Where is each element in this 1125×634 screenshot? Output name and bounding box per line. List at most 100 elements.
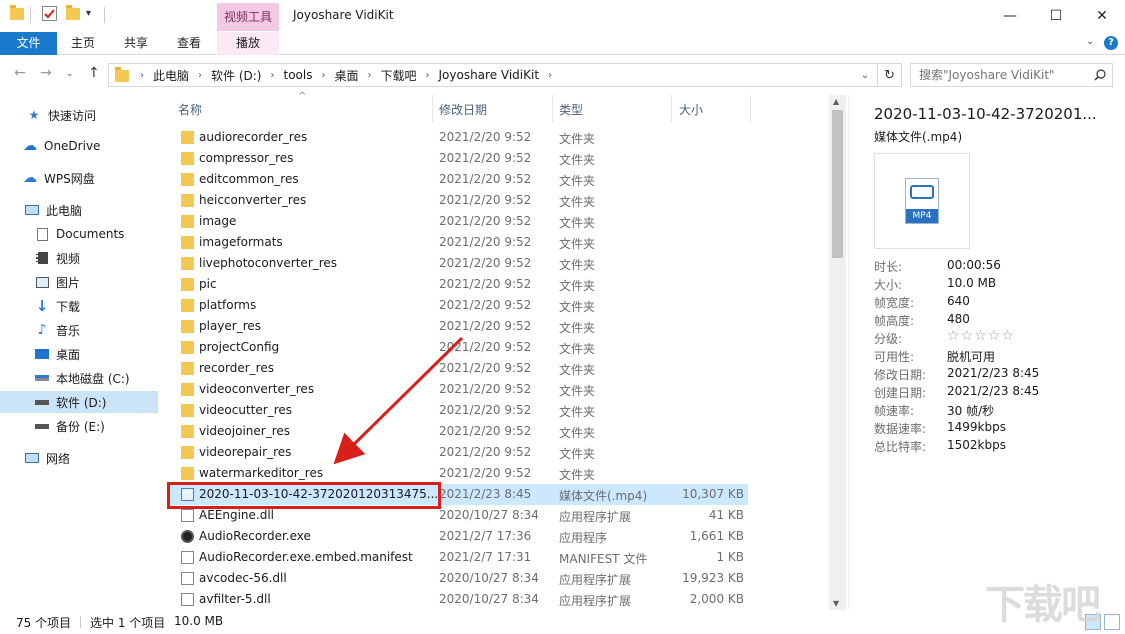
nav-music[interactable]: ♪ 音乐 bbox=[0, 319, 158, 341]
nav-videos[interactable]: 视频 bbox=[0, 247, 158, 269]
properties-icon[interactable] bbox=[42, 6, 57, 21]
file-row[interactable]: avfilter-5.dll 2020/10/27 8:34 应用程序扩展 2,000… bbox=[168, 589, 748, 610]
nav-desktop[interactable]: 桌面 bbox=[0, 343, 158, 365]
rating-stars[interactable]: ☆☆☆☆☆ bbox=[947, 328, 1015, 344]
file-row[interactable]: platforms 2021/2/20 9:52 文件夹 bbox=[168, 295, 748, 316]
file-row[interactable]: audiorecorder_res 2021/2/20 9:52 文件夹 bbox=[168, 127, 748, 148]
tab-play[interactable]: 播放 bbox=[217, 32, 279, 55]
scroll-down-icon[interactable]: ▼ bbox=[833, 599, 839, 608]
nav-pictures[interactable]: 图片 bbox=[0, 271, 158, 293]
file-name: AudioRecorder.exe bbox=[199, 529, 311, 543]
recent-locations-icon[interactable]: ⌄ bbox=[66, 69, 74, 79]
file-icon bbox=[181, 593, 194, 606]
file-row[interactable]: AudioRecorder.exe 2021/2/7 17:36 应用程序 1,661… bbox=[168, 526, 748, 547]
tab-view[interactable]: 查看 bbox=[170, 32, 208, 55]
file-row[interactable]: player_res 2021/2/20 9:52 文件夹 bbox=[168, 316, 748, 337]
up-arrow-icon[interactable]: ↑ bbox=[88, 65, 100, 81]
file-row[interactable]: watermarkeditor_res 2021/2/20 9:52 文件夹 bbox=[168, 463, 748, 484]
details-pane: 2020-11-03-10-42-3720201... 媒体文件(.mp4) M… bbox=[848, 95, 1125, 610]
file-date: 2021/2/20 9:52 bbox=[439, 340, 532, 354]
nav-drive-c[interactable]: 本地磁盘 (C:) bbox=[0, 367, 158, 389]
search-icon bbox=[1094, 69, 1106, 81]
help-icon[interactable]: ? bbox=[1104, 36, 1118, 50]
property-label: 可用性: bbox=[874, 350, 915, 364]
scrollbar-thumb[interactable] bbox=[832, 110, 843, 258]
breadcrumb-tools[interactable]: tools bbox=[283, 68, 312, 82]
file-name: player_res bbox=[199, 319, 262, 333]
property-label: 大小: bbox=[874, 278, 903, 292]
minimize-button[interactable]: — bbox=[987, 0, 1033, 32]
search-input[interactable] bbox=[911, 64, 1081, 86]
file-row[interactable]: recorder_res 2021/2/20 9:52 文件夹 bbox=[168, 358, 748, 379]
folder-icon bbox=[181, 383, 194, 396]
file-row[interactable]: editcommon_res 2021/2/20 9:52 文件夹 bbox=[168, 169, 748, 190]
column-header-date[interactable]: 修改日期 bbox=[439, 101, 487, 118]
file-row[interactable]: videocutter_res 2021/2/20 9:52 文件夹 bbox=[168, 400, 748, 421]
forward-arrow-icon[interactable]: → bbox=[40, 65, 52, 81]
breadcrumb-desktop[interactable]: 桌面 bbox=[334, 67, 358, 84]
customize-toolbar-icon[interactable]: ▾ bbox=[86, 8, 91, 19]
nav-onedrive[interactable]: ☁ OneDrive bbox=[0, 135, 158, 157]
application-icon bbox=[181, 530, 194, 543]
file-type: 应用程序扩展 bbox=[559, 594, 632, 608]
refresh-icon[interactable]: ↻ bbox=[884, 68, 895, 83]
tab-share[interactable]: 共享 bbox=[117, 32, 155, 55]
sort-ascending-icon: ^ bbox=[298, 91, 307, 102]
nav-documents[interactable]: Documents bbox=[0, 223, 158, 245]
file-row[interactable]: videojoiner_res 2021/2/20 9:52 文件夹 bbox=[168, 421, 748, 442]
nav-drive-d[interactable]: 软件 (D:) bbox=[0, 391, 158, 413]
file-size: 1 KB bbox=[716, 550, 744, 564]
file-row[interactable]: AudioRecorder.exe.embed.manifest 2021/2/7… bbox=[168, 547, 748, 568]
file-date: 2021/2/7 17:36 bbox=[439, 529, 532, 543]
file-row[interactable]: image 2021/2/20 9:52 文件夹 bbox=[168, 211, 748, 232]
address-bar[interactable]: › 此电脑 › 软件 (D:) › tools › 桌面 › 下载吧 › Joy… bbox=[108, 63, 902, 87]
maximize-button[interactable]: ☐ bbox=[1033, 0, 1079, 32]
nav-drive-e[interactable]: 备份 (E:) bbox=[0, 415, 158, 437]
file-size: 1,661 KB bbox=[689, 529, 744, 543]
search-box[interactable] bbox=[910, 63, 1113, 87]
file-row[interactable]: pic 2021/2/20 9:52 文件夹 bbox=[168, 274, 748, 295]
thumbnail-view-icon[interactable] bbox=[1104, 614, 1120, 630]
folder-icon bbox=[181, 152, 194, 165]
expand-ribbon-icon[interactable]: ⌄ bbox=[1086, 36, 1094, 47]
file-row[interactable]: videoconverter_res 2021/2/20 9:52 文件夹 bbox=[168, 379, 748, 400]
file-row[interactable]: imageformats 2021/2/20 9:52 文件夹 bbox=[168, 232, 748, 253]
column-header-size[interactable]: 大小 bbox=[679, 101, 703, 118]
file-name: image bbox=[199, 214, 237, 228]
file-row[interactable]: compressor_res 2021/2/20 9:52 文件夹 bbox=[168, 148, 748, 169]
selection-count: 选中 1 个项目 bbox=[90, 616, 166, 630]
file-name: audiorecorder_res bbox=[199, 130, 308, 144]
file-name: projectConfig bbox=[199, 340, 280, 354]
column-header-name[interactable]: 名称 bbox=[178, 101, 202, 118]
breadcrumb-current[interactable]: Joyoshare VidiKit bbox=[439, 68, 540, 82]
file-row[interactable]: videorepair_res 2021/2/20 9:52 文件夹 bbox=[168, 442, 748, 463]
nav-label: 此电脑 bbox=[46, 203, 83, 218]
property-value: 30 帧/秒 bbox=[947, 404, 995, 418]
file-row[interactable]: heicconverter_res 2021/2/20 9:52 文件夹 bbox=[168, 190, 748, 211]
new-folder-icon[interactable] bbox=[66, 5, 80, 20]
folder-icon bbox=[181, 467, 194, 480]
file-row[interactable]: livephotoconverter_res 2021/2/20 9:52 文件夹 bbox=[168, 253, 748, 274]
file-type: 文件夹 bbox=[559, 321, 596, 335]
file-row[interactable]: projectConfig 2021/2/20 9:52 文件夹 bbox=[168, 337, 748, 358]
navigation-pane: ★ 快速访问 ☁ OneDrive ☁ WPS网盘 此电脑 Documents … bbox=[0, 95, 158, 610]
column-header-type[interactable]: 类型 bbox=[559, 101, 583, 118]
file-name: watermarkeditor_res bbox=[199, 466, 324, 480]
breadcrumb-drive-d[interactable]: 软件 (D:) bbox=[211, 67, 261, 84]
breadcrumb-downloads[interactable]: 下载吧 bbox=[380, 67, 416, 84]
nav-quick-access[interactable]: ★ 快速访问 bbox=[0, 104, 158, 126]
address-history-icon[interactable]: ⌄ bbox=[861, 70, 869, 81]
breadcrumb-this-pc[interactable]: 此电脑 bbox=[153, 67, 189, 84]
scroll-up-icon[interactable]: ▲ bbox=[833, 97, 839, 106]
close-button[interactable]: ✕ bbox=[1079, 0, 1125, 32]
nav-network[interactable]: 网络 bbox=[0, 447, 158, 469]
nav-downloads[interactable]: ↓ 下载 bbox=[0, 295, 158, 317]
back-arrow-icon[interactable]: ← bbox=[14, 65, 26, 81]
nav-this-pc[interactable]: 此电脑 bbox=[0, 199, 158, 221]
tab-file[interactable]: 文件 bbox=[0, 32, 57, 55]
file-date: 2021/2/23 8:45 bbox=[439, 487, 532, 501]
file-row[interactable]: avcodec-56.dll 2020/10/27 8:34 应用程序扩展 19,92… bbox=[168, 568, 748, 589]
tab-home[interactable]: 主页 bbox=[64, 32, 102, 55]
nav-wps-drive[interactable]: ☁ WPS网盘 bbox=[0, 167, 158, 189]
file-name: editcommon_res bbox=[199, 172, 299, 186]
